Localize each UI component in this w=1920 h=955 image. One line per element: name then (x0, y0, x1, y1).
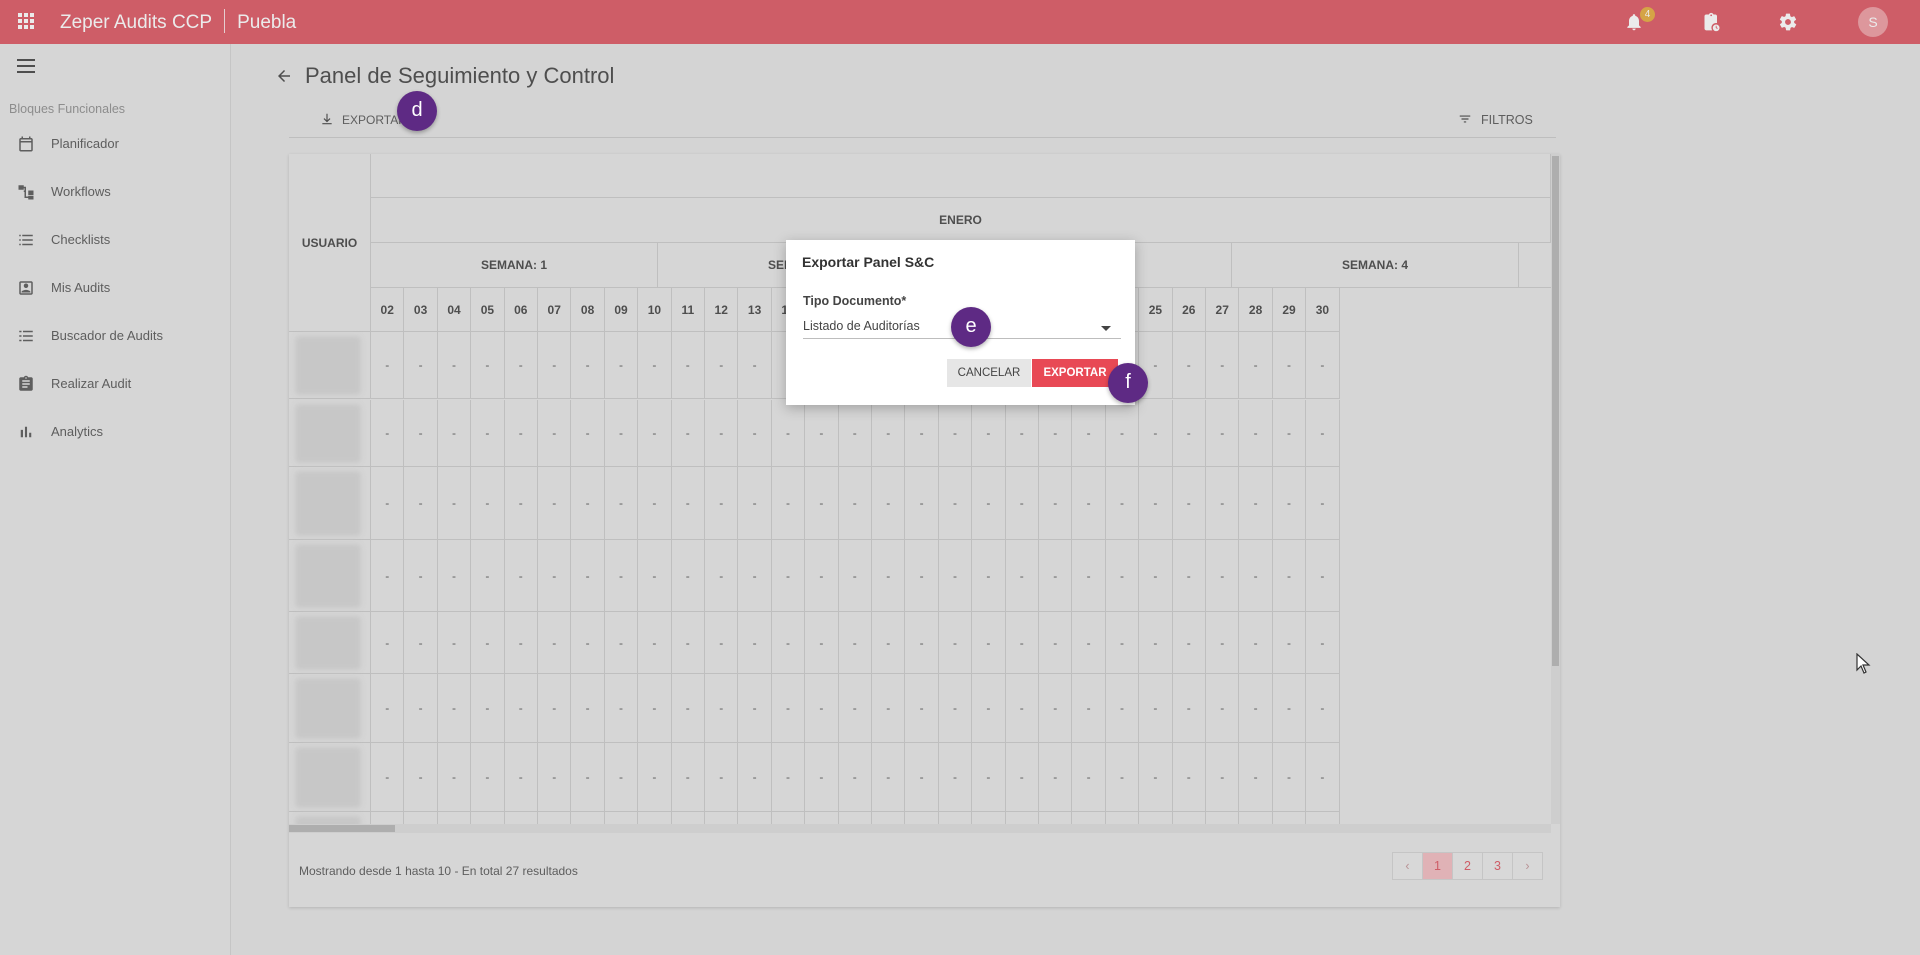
annotation-marker-e: e (951, 307, 991, 347)
document-type-value: Listado de Auditorías (803, 319, 920, 333)
cancel-button[interactable]: CANCELAR (947, 359, 1031, 387)
modal-backdrop[interactable] (0, 0, 1920, 955)
dropdown-caret-icon (1101, 326, 1111, 331)
mouse-cursor-icon (1856, 653, 1871, 674)
document-type-label: Tipo Documento* (803, 294, 907, 308)
annotation-marker-d: d (397, 91, 437, 131)
dialog-export-button[interactable]: EXPORTAR (1032, 359, 1118, 387)
annotation-marker-f: f (1108, 363, 1148, 403)
dialog-title: Exportar Panel S&C (802, 254, 935, 270)
